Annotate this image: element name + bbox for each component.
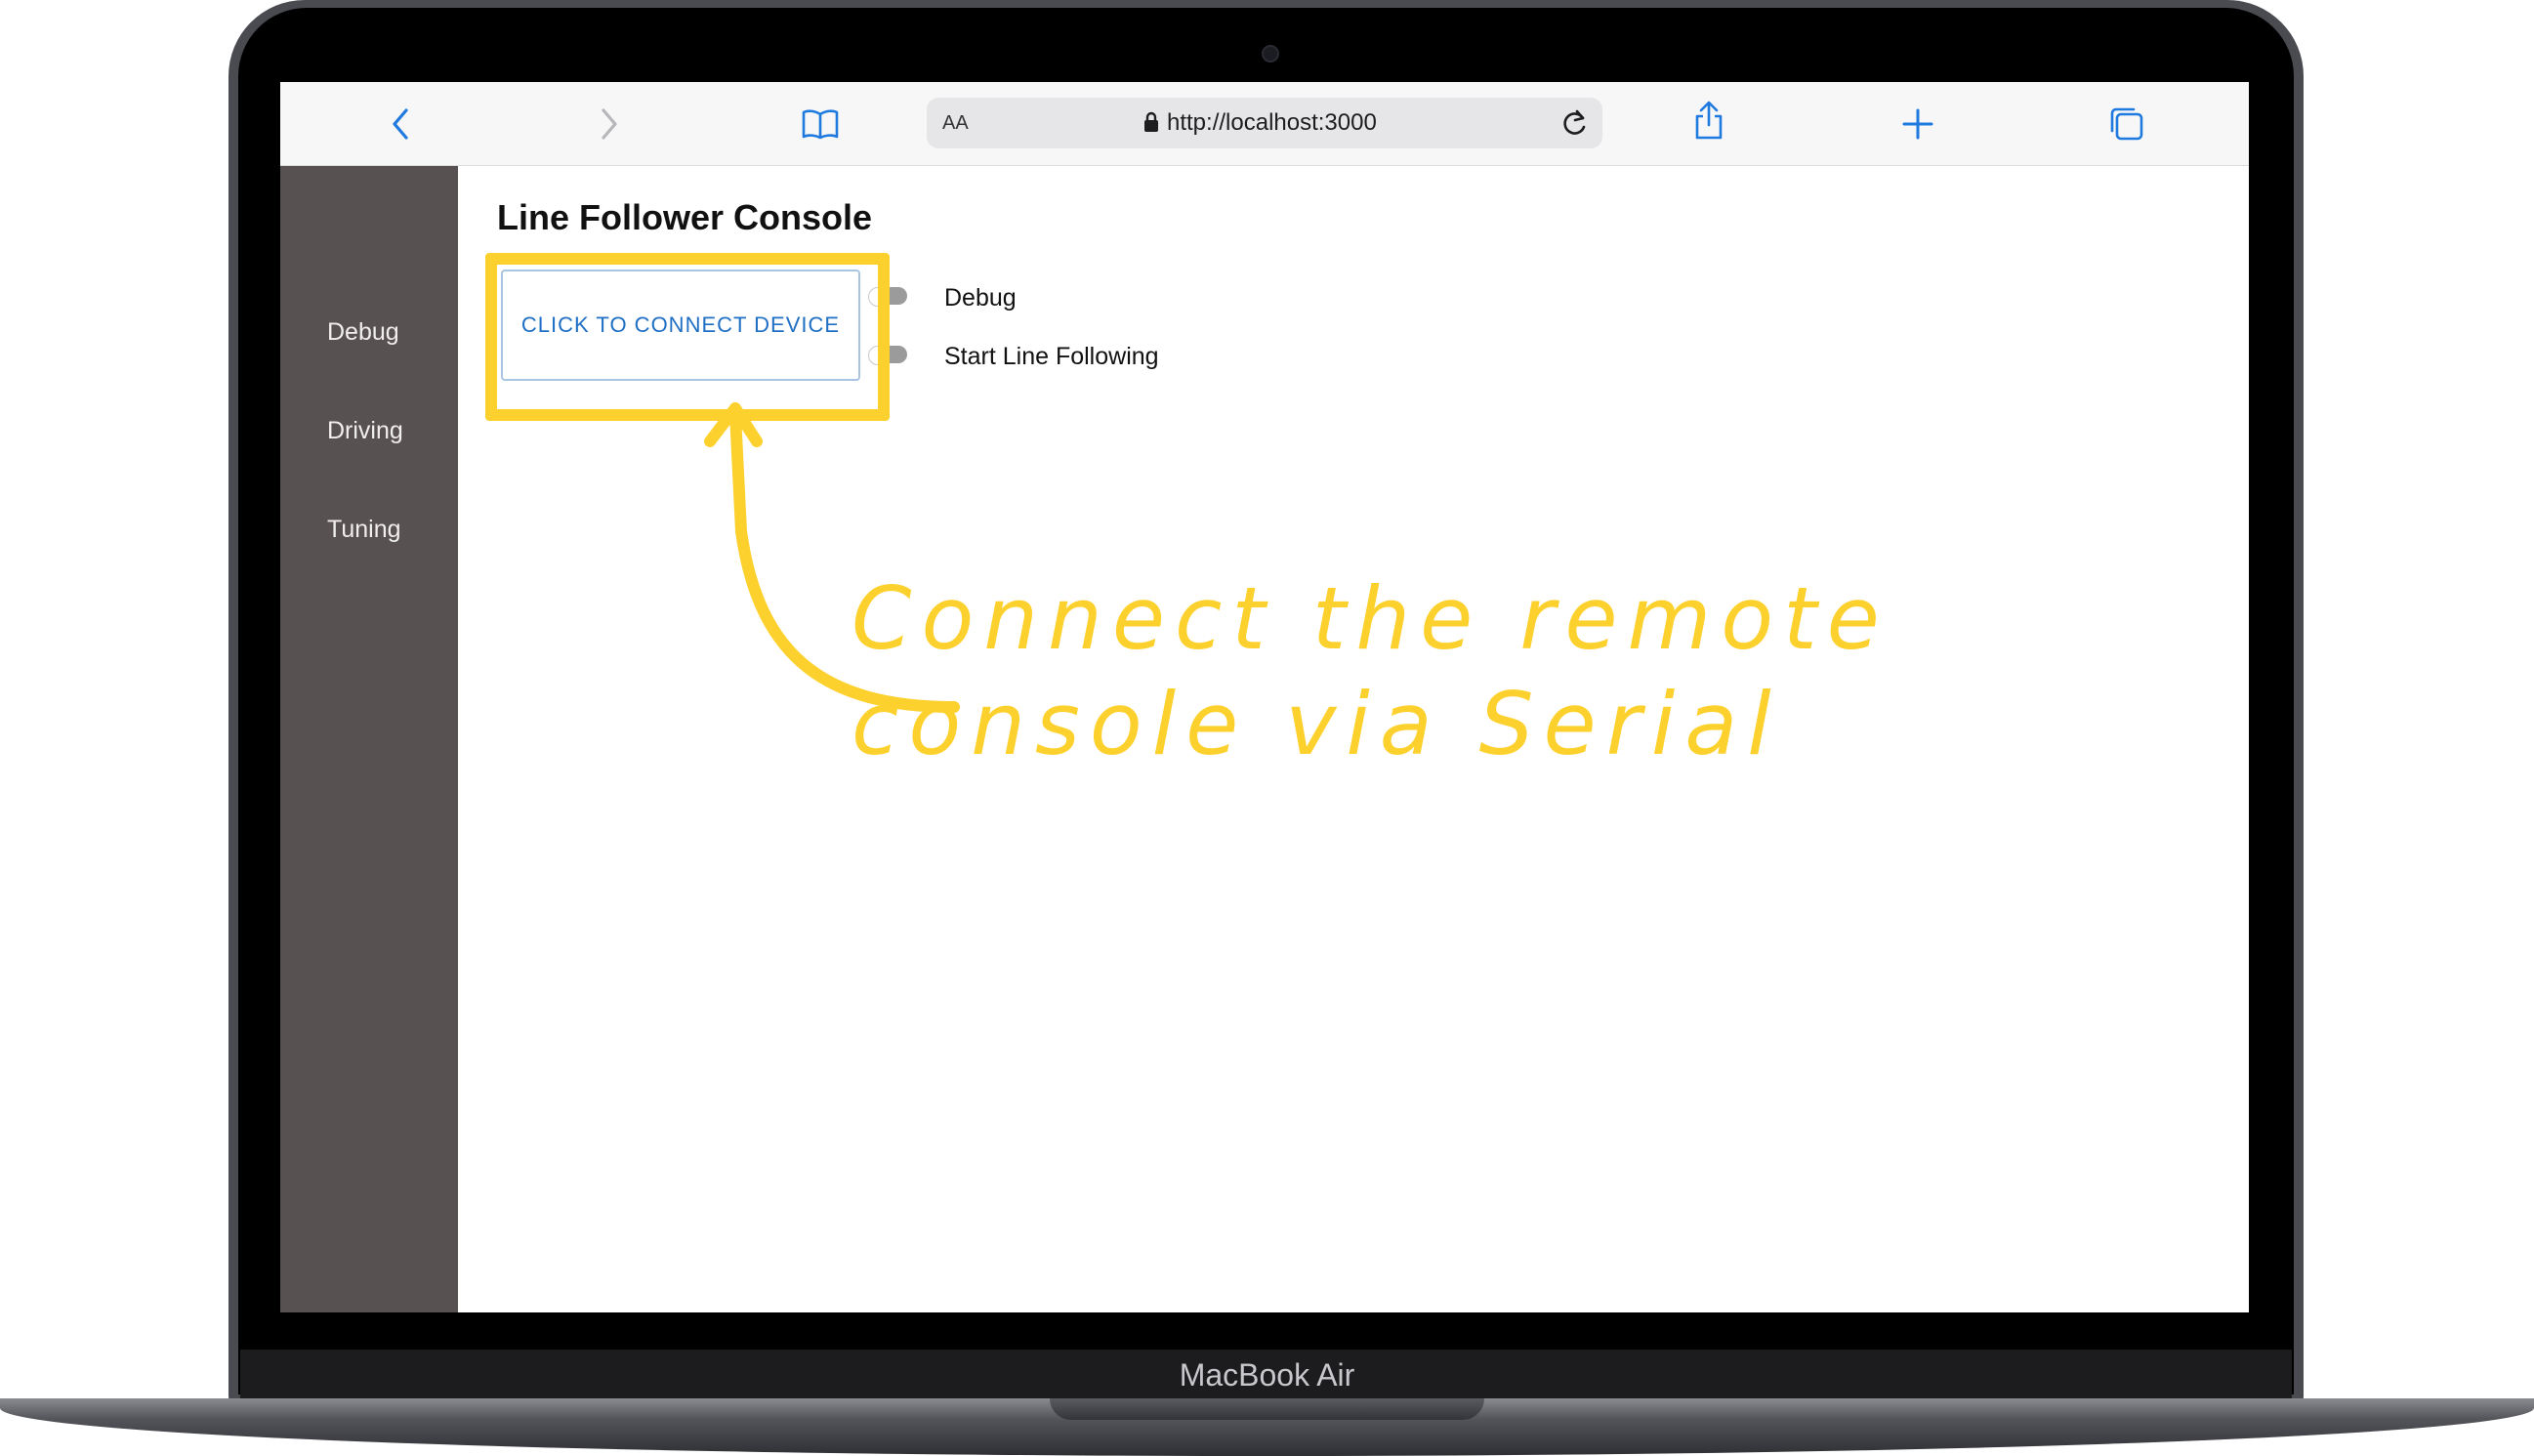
debug-toggle-label: Debug (944, 284, 1017, 312)
sidebar: Debug Driving Tuning (280, 166, 458, 1312)
sidebar-item-tuning[interactable]: Tuning (327, 516, 454, 544)
start-line-following-label: Start Line Following (944, 343, 1159, 370)
back-icon[interactable] (378, 102, 423, 146)
text-size-button[interactable]: AA (942, 98, 969, 148)
annotation-line-2: console via Serial (852, 674, 1781, 774)
page-title: Line Follower Console (497, 197, 873, 237)
annotation-line-1: Connect the remote (852, 568, 1890, 669)
browser-toolbar: AA http://localhost:3000 (280, 82, 2249, 166)
forward-icon[interactable] (587, 102, 632, 146)
lock-icon (1143, 111, 1159, 138)
tabs-icon[interactable] (2104, 102, 2149, 146)
address-bar[interactable]: AA http://localhost:3000 (927, 98, 1602, 148)
new-tab-icon[interactable] (1895, 102, 1940, 146)
sidebar-item-debug[interactable]: Debug (327, 318, 454, 347)
browser-screen: AA http://localhost:3000 Debug Driving T… (280, 82, 2249, 1312)
camera-icon (1262, 45, 1279, 62)
share-icon[interactable] (1686, 98, 1731, 143)
url-text: http://localhost:3000 (1167, 109, 1377, 136)
bookmarks-icon[interactable] (798, 102, 843, 146)
laptop-hinge-notch (1050, 1398, 1484, 1420)
reload-icon[interactable] (1559, 107, 1589, 144)
device-brand-label: MacBook Air (1179, 1357, 1355, 1393)
sidebar-item-driving[interactable]: Driving (327, 417, 454, 445)
